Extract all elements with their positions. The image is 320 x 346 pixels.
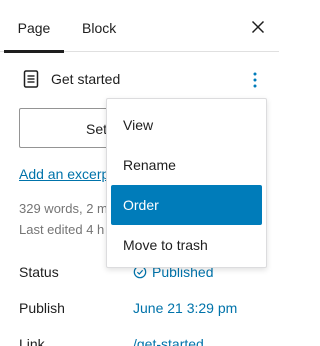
page-summary-row: Get started [19,68,269,92]
sidebar-tabs: Page Block [0,0,279,53]
page-actions-menu: View Rename Order Move to trash [106,98,267,268]
tab-page[interactable]: Page [4,0,64,53]
last-edited-text: Last edited 4 h [19,222,105,237]
menu-item-order[interactable]: Order [111,185,262,225]
add-excerpt-link[interactable]: Add an excerp [19,166,109,182]
set-featured-image-label: Set [86,121,108,137]
status-label: Status [19,264,59,280]
link-label: Link [19,336,45,346]
close-icon[interactable] [247,16,269,38]
menu-item-view[interactable]: View [111,105,262,145]
page-title: Get started [51,71,121,87]
tab-page-label: Page [17,20,51,36]
word-count-text: 329 words, 2 m [19,201,108,216]
permalink-button[interactable]: /get-started [133,336,204,346]
vertical-ellipsis-icon[interactable] [245,70,265,90]
publish-date-button[interactable]: June 21 3:29 pm [133,300,237,316]
menu-item-rename[interactable]: Rename [111,145,262,185]
tab-block-label: Block [82,20,117,36]
active-tab-indicator [4,50,64,53]
publish-label: Publish [19,300,65,316]
page-icon [23,70,39,88]
menu-item-move-to-trash[interactable]: Move to trash [111,225,262,265]
tab-block[interactable]: Block [82,0,116,52]
